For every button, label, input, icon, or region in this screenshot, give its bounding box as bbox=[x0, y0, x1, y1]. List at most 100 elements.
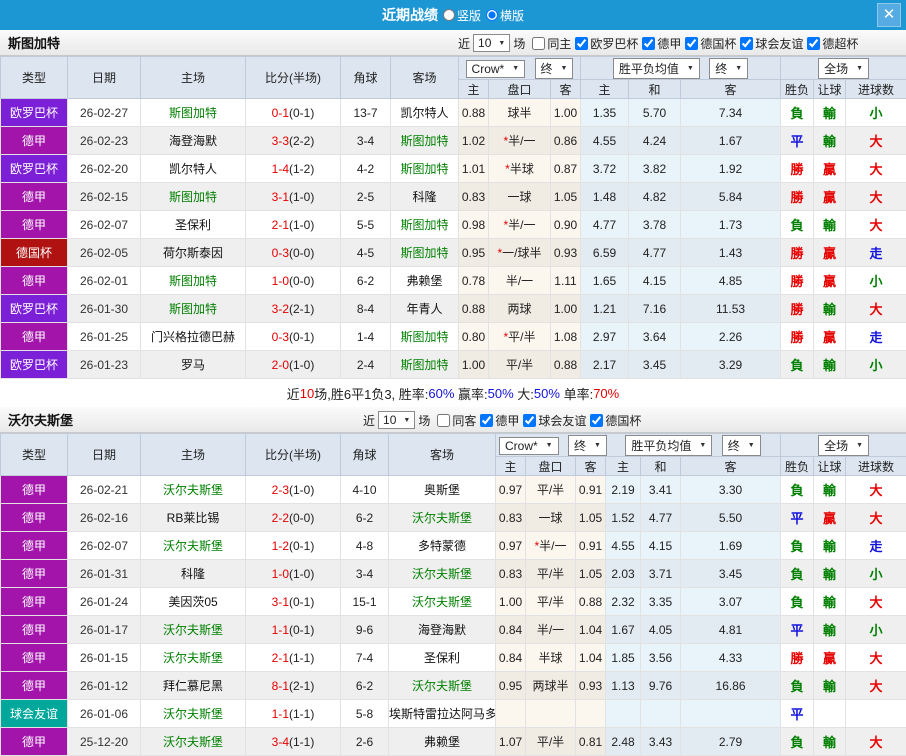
league-badge: 德甲 bbox=[1, 728, 68, 756]
col-handicap: 盘口 bbox=[526, 457, 576, 476]
league-filter-checkbox[interactable] bbox=[590, 414, 603, 427]
close-button[interactable]: ✕ bbox=[877, 3, 901, 27]
league-filter[interactable]: 德超杯 bbox=[807, 35, 858, 52]
fullmatch-select[interactable]: 全场▼ bbox=[818, 435, 869, 456]
home-team: 海登海默 bbox=[141, 127, 246, 155]
mean-select[interactable]: 胜平负均值▼ bbox=[613, 58, 700, 79]
odds-away: 1.08 bbox=[551, 323, 581, 351]
league-filter-checkbox[interactable] bbox=[642, 37, 655, 50]
home-team: 荷尔斯泰因 bbox=[141, 239, 246, 267]
final-odds-select[interactable]: 终▼ bbox=[568, 435, 607, 456]
league-filter-checkbox[interactable] bbox=[807, 37, 820, 50]
league-filter-checkbox[interactable] bbox=[685, 37, 698, 50]
corners: 1-4 bbox=[341, 323, 391, 351]
horizontal-radio[interactable] bbox=[486, 9, 498, 21]
away-team: 弗赖堡 bbox=[391, 267, 459, 295]
same-venue-checkbox[interactable] bbox=[437, 414, 450, 427]
mean-home: 1.67 bbox=[606, 616, 641, 644]
home-team: 沃尔夫斯堡 bbox=[141, 476, 246, 504]
league-filter[interactable]: 德国杯 bbox=[685, 35, 736, 52]
league-filter[interactable]: 德甲 bbox=[480, 412, 519, 429]
final-odds-select[interactable]: 终▼ bbox=[535, 58, 574, 79]
bookmaker-select[interactable]: Crow*▼ bbox=[499, 437, 559, 455]
home-team: 科隆 bbox=[141, 560, 246, 588]
mean-away: 1.67 bbox=[681, 127, 781, 155]
halftime-score: (1-1) bbox=[289, 707, 314, 721]
col-type: 类型 bbox=[1, 434, 68, 476]
fullmatch-select-value: 全场 bbox=[824, 60, 848, 77]
result-goals: 小 bbox=[846, 351, 906, 379]
result-wdl: 平 bbox=[781, 127, 814, 155]
bookmaker-select-value: Crow* bbox=[472, 62, 505, 76]
same-venue-checkbox[interactable] bbox=[532, 37, 545, 50]
handicap: 平/半 bbox=[489, 351, 551, 379]
mean-home: 1.52 bbox=[606, 504, 641, 532]
match-row: 德甲26-02-15斯图加特3-1(1-0)2-5科隆0.83一球1.051.4… bbox=[1, 183, 906, 211]
match-row: 欧罗巴杯26-01-30斯图加特3-2(2-1)8-4年青人0.88两球1.00… bbox=[1, 295, 906, 323]
col-result-wdl: 胜负 bbox=[781, 457, 814, 476]
odds-home: 0.83 bbox=[496, 504, 526, 532]
league-filter-checkbox[interactable] bbox=[740, 37, 753, 50]
corners: 3-4 bbox=[341, 127, 391, 155]
result-goals: 大 bbox=[846, 183, 906, 211]
mean-select[interactable]: 胜平负均值▼ bbox=[625, 435, 712, 456]
same-venue-filter[interactable]: 同客 bbox=[437, 412, 476, 429]
mean-away: 1.73 bbox=[681, 211, 781, 239]
mean-home: 2.32 bbox=[606, 588, 641, 616]
handicap: 平/半 bbox=[526, 728, 576, 756]
result-goals: 小 bbox=[846, 616, 906, 644]
away-team: 斯图加特 bbox=[391, 127, 459, 155]
league-badge: 德甲 bbox=[1, 588, 68, 616]
handicap: 半/一 bbox=[489, 267, 551, 295]
score: 2-1(1-0) bbox=[246, 211, 341, 239]
match-date: 26-01-06 bbox=[68, 700, 141, 728]
final-odds-select-value: 终 bbox=[574, 437, 586, 454]
match-date: 26-02-01 bbox=[68, 267, 141, 295]
match-row: 欧罗巴杯26-02-27斯图加特0-1(0-1)13-7凯尔特人0.88球半1.… bbox=[1, 99, 906, 127]
halftime-score: (1-2) bbox=[289, 162, 314, 176]
col-mean-draw: 和 bbox=[641, 457, 681, 476]
home-team: 沃尔夫斯堡 bbox=[141, 644, 246, 672]
league-filter[interactable]: 德国杯 bbox=[590, 412, 641, 429]
match-date: 26-02-16 bbox=[68, 504, 141, 532]
result-handicap: 輸 bbox=[814, 672, 846, 700]
match-row: 德甲25-12-20沃尔夫斯堡3-4(1-1)2-6弗赖堡1.07平/半0.81… bbox=[1, 728, 906, 756]
match-date: 26-01-25 bbox=[68, 323, 141, 351]
mean-away: 5.50 bbox=[681, 504, 781, 532]
away-team: 斯图加特 bbox=[391, 239, 459, 267]
match-date: 26-02-07 bbox=[68, 211, 141, 239]
league-filter[interactable]: 球会友谊 bbox=[740, 35, 803, 52]
recent-count-select[interactable]: 10▼ bbox=[473, 34, 510, 52]
recent-count-select[interactable]: 10▼ bbox=[378, 411, 415, 429]
result-wdl: 負 bbox=[781, 588, 814, 616]
league-filter[interactable]: 球会友谊 bbox=[523, 412, 586, 429]
vertical-radio[interactable] bbox=[443, 9, 455, 21]
league-filter-checkbox[interactable] bbox=[575, 37, 588, 50]
home-team: 沃尔夫斯堡 bbox=[141, 616, 246, 644]
handicap-star: * bbox=[497, 246, 502, 260]
league-filter[interactable]: 欧罗巴杯 bbox=[575, 35, 638, 52]
layout-vertical-option[interactable]: 竖版 bbox=[443, 7, 481, 24]
mean-away: 1.43 bbox=[681, 239, 781, 267]
odds-away: 1.04 bbox=[576, 616, 606, 644]
final-mean-select[interactable]: 终▼ bbox=[709, 58, 748, 79]
fulltime-score: 0-3 bbox=[272, 330, 289, 344]
away-team: 凯尔特人 bbox=[391, 99, 459, 127]
corners: 13-7 bbox=[341, 99, 391, 127]
home-team: 圣保利 bbox=[141, 211, 246, 239]
col-corner: 角球 bbox=[341, 57, 391, 99]
match-date: 26-01-17 bbox=[68, 616, 141, 644]
same-venue-filter[interactable]: 同主 bbox=[532, 35, 571, 52]
result-wdl: 勝 bbox=[781, 644, 814, 672]
final-mean-select[interactable]: 终▼ bbox=[722, 435, 761, 456]
score: 1-1(1-1) bbox=[246, 700, 341, 728]
fullmatch-select[interactable]: 全场▼ bbox=[818, 58, 869, 79]
layout-horizontal-option[interactable]: 横版 bbox=[486, 7, 524, 24]
league-filter[interactable]: 德甲 bbox=[642, 35, 681, 52]
league-filter-checkbox[interactable] bbox=[480, 414, 493, 427]
summary-text: 近 bbox=[287, 384, 300, 403]
league-filter-checkbox[interactable] bbox=[523, 414, 536, 427]
bookmaker-select[interactable]: Crow*▼ bbox=[466, 60, 526, 78]
handicap bbox=[526, 700, 576, 728]
result-handicap: 輸 bbox=[814, 211, 846, 239]
